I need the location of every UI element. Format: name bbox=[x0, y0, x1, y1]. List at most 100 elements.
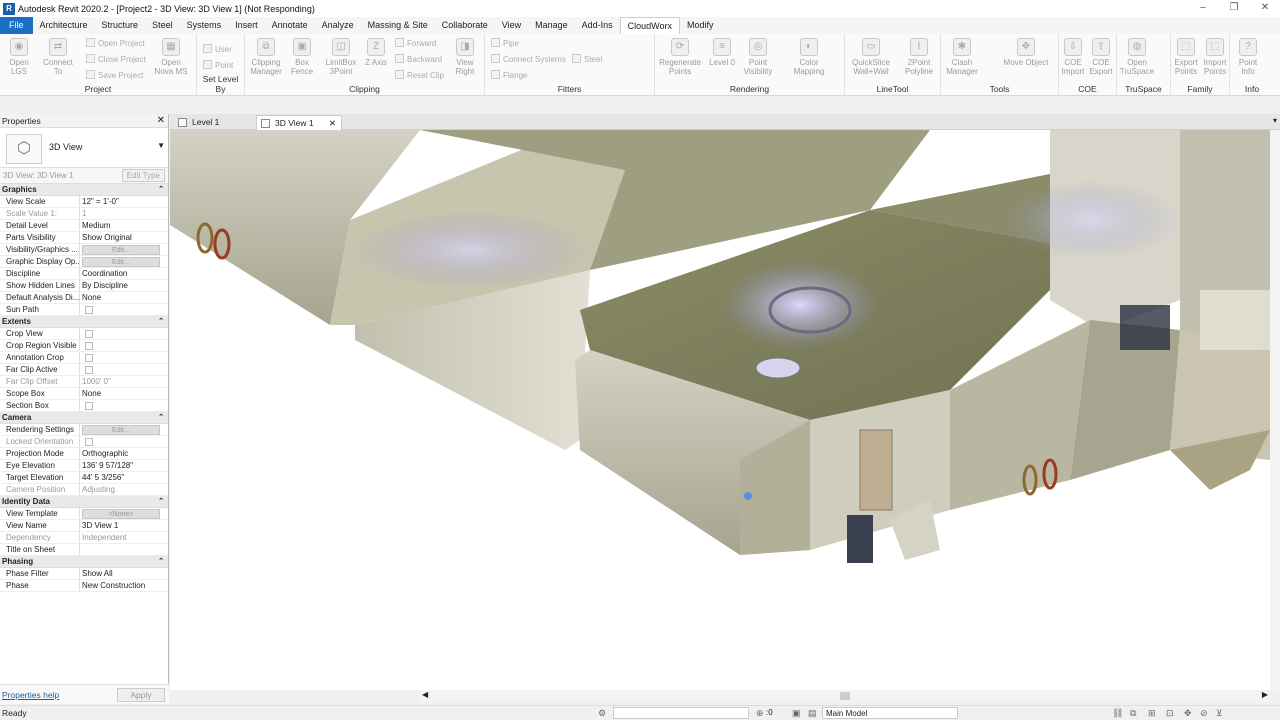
collapse-icon[interactable]: ⌃ bbox=[158, 556, 164, 568]
checkbox[interactable] bbox=[85, 354, 93, 362]
reset-clip-button[interactable]: Reset Clip bbox=[395, 70, 444, 80]
close-tab-icon[interactable]: ✕ bbox=[329, 116, 336, 131]
edit-button[interactable]: <None> bbox=[82, 509, 160, 519]
coe-export-button[interactable]: ⇧ COE Export bbox=[1087, 36, 1115, 76]
close-project-button[interactable]: Close Project bbox=[86, 54, 146, 64]
tab-analyze[interactable]: Analyze bbox=[315, 17, 361, 34]
edit-button[interactable]: Edit... bbox=[82, 245, 160, 255]
level-user-button[interactable]: User bbox=[203, 44, 232, 54]
open-truspace-button[interactable]: ◍ Open TruSpace bbox=[1119, 36, 1155, 76]
scroll-right-icon[interactable]: ▶ bbox=[1262, 690, 1268, 699]
apply-button[interactable]: Apply bbox=[117, 688, 165, 702]
property-value[interactable]: 12" = 1'-0" bbox=[80, 196, 168, 207]
property-value[interactable]: New Construction bbox=[80, 580, 168, 591]
close-window-button[interactable]: ✕ bbox=[1250, 0, 1280, 17]
worksets-icon[interactable]: ⚙ bbox=[598, 708, 606, 719]
property-value[interactable]: Medium bbox=[80, 220, 168, 231]
open-nova-button[interactable]: ▦ Open Nova MS bbox=[154, 36, 188, 76]
section-graphics[interactable]: Graphics ⌃ bbox=[0, 184, 168, 196]
tab-insert[interactable]: Insert bbox=[228, 17, 265, 34]
type-selector[interactable]: ⬡ 3D View ▼ bbox=[0, 128, 168, 168]
limitbox-button[interactable]: ◫ LimitBox 3Point bbox=[321, 36, 361, 76]
property-value[interactable] bbox=[80, 544, 168, 555]
property-value[interactable]: Coordination bbox=[80, 268, 168, 279]
links-icon[interactable]: ⛓ bbox=[1112, 708, 1123, 719]
collapse-icon[interactable]: ⌃ bbox=[158, 316, 164, 328]
filter-funnel-icon[interactable]: ⊻ bbox=[1216, 708, 1223, 719]
tab-menu-icon[interactable]: ▾ bbox=[1273, 116, 1277, 125]
polyline-button[interactable]: ⌇ 2Point Polyline bbox=[899, 36, 939, 76]
connect-systems-button[interactable]: Connect Systems bbox=[491, 54, 566, 64]
property-value[interactable] bbox=[80, 352, 168, 363]
select-faces-icon[interactable]: ⊡ bbox=[1166, 708, 1174, 719]
clash-manager-button[interactable]: ✱ Clash Manager bbox=[943, 36, 981, 76]
tab-view[interactable]: View bbox=[495, 17, 528, 34]
view-right-button[interactable]: ◨ View Right bbox=[448, 36, 482, 76]
checkbox[interactable] bbox=[85, 330, 93, 338]
section-camera[interactable]: Camera ⌃ bbox=[0, 412, 168, 424]
export-points-button[interactable]: ⬚ Export Points bbox=[1171, 36, 1201, 76]
drag-icon[interactable]: ✥ bbox=[1184, 708, 1192, 719]
design-options-icon[interactable]: ▤ bbox=[808, 708, 817, 719]
clipping-manager-button[interactable]: ⧉ Clipping Manager bbox=[247, 36, 285, 76]
checkbox[interactable] bbox=[85, 402, 93, 410]
box-fence-button[interactable]: ▣ Box Fence bbox=[285, 36, 319, 76]
chevron-down-icon[interactable]: ▼ bbox=[157, 141, 165, 150]
property-value[interactable]: Show All bbox=[80, 568, 168, 579]
section-extents[interactable]: Extents ⌃ bbox=[0, 316, 168, 328]
tab-architecture[interactable]: Architecture bbox=[33, 17, 95, 34]
edit-type-button[interactable]: Edit Type bbox=[121, 169, 165, 182]
property-value[interactable]: <None> bbox=[80, 508, 168, 519]
tab-structure[interactable]: Structure bbox=[95, 17, 146, 34]
tab-cloudworx[interactable]: CloudWorx bbox=[619, 17, 681, 34]
workset-combo[interactable] bbox=[613, 707, 749, 719]
level0-button[interactable]: ≡ Level 0 bbox=[705, 36, 739, 67]
property-value[interactable]: Orthographic bbox=[80, 448, 168, 459]
tab-steel[interactable]: Steel bbox=[145, 17, 180, 34]
tab-manage[interactable]: Manage bbox=[528, 17, 575, 34]
property-value[interactable]: Show Original bbox=[80, 232, 168, 243]
open-project-button[interactable]: Open Project bbox=[86, 38, 145, 48]
property-value[interactable] bbox=[80, 364, 168, 375]
color-mapping-button[interactable]: ◐ Color Mapping bbox=[789, 36, 829, 76]
collapse-icon[interactable]: ⌃ bbox=[158, 412, 164, 424]
editable-only-icon[interactable]: ▣ bbox=[792, 708, 801, 719]
scroll-thumb[interactable] bbox=[840, 692, 850, 700]
background-process-icon[interactable]: ⊘ bbox=[1200, 708, 1208, 719]
tab-modify[interactable]: Modify bbox=[680, 17, 721, 34]
pinned-icon[interactable]: ⊞ bbox=[1148, 708, 1156, 719]
property-value[interactable]: 44' 5 3/256" bbox=[80, 472, 168, 483]
coe-import-button[interactable]: ⇩ COE Import bbox=[1059, 36, 1087, 76]
checkbox[interactable] bbox=[85, 306, 93, 314]
horizontal-scrollbar[interactable]: ◀ ▶ bbox=[420, 690, 1270, 702]
property-value[interactable] bbox=[80, 304, 168, 315]
minimize-button[interactable]: – bbox=[1188, 0, 1218, 17]
save-project-button[interactable]: Save Project bbox=[86, 70, 143, 80]
flange-button[interactable]: Flange bbox=[491, 70, 527, 80]
pipe-button[interactable]: Pipe bbox=[491, 38, 519, 48]
steel-button[interactable]: Steel bbox=[572, 54, 602, 64]
checkbox[interactable] bbox=[85, 366, 93, 374]
property-value[interactable]: By Discipline bbox=[80, 280, 168, 291]
tab-massing-site[interactable]: Massing & Site bbox=[361, 17, 435, 34]
close-icon[interactable]: ✕ bbox=[157, 114, 165, 128]
collapse-icon[interactable]: ⌃ bbox=[158, 496, 164, 508]
point-visibility-button[interactable]: ◎ Point Visibility bbox=[739, 36, 777, 76]
level-point-button[interactable]: Point bbox=[203, 60, 233, 70]
quickslice-button[interactable]: ▭ QuickSlice Wall+Wall bbox=[849, 36, 893, 76]
property-value[interactable]: None bbox=[80, 292, 168, 303]
instance-filter[interactable]: 3D View: 3D View 1 Edit Type bbox=[0, 168, 168, 184]
tab-collaborate[interactable]: Collaborate bbox=[435, 17, 495, 34]
properties-help-link[interactable]: Properties help bbox=[2, 690, 59, 700]
tab-level-1[interactable]: Level 1 bbox=[174, 115, 256, 130]
tab-add-ins[interactable]: Add-Ins bbox=[575, 17, 620, 34]
property-value[interactable]: Edit... bbox=[80, 256, 168, 267]
property-value[interactable]: None bbox=[80, 388, 168, 399]
z-axis-button[interactable]: ZZ Axis bbox=[363, 36, 389, 67]
open-lgs-button[interactable]: ◉ Open LGS bbox=[2, 36, 36, 76]
property-value[interactable]: Edit... bbox=[80, 424, 168, 435]
tab-3d-view-1[interactable]: 3D View 1 ✕ bbox=[256, 115, 342, 130]
backward-button[interactable]: Backward bbox=[395, 54, 442, 64]
section-phasing[interactable]: Phasing ⌃ bbox=[0, 556, 168, 568]
filter-icon[interactable]: ⊕ bbox=[756, 708, 764, 719]
